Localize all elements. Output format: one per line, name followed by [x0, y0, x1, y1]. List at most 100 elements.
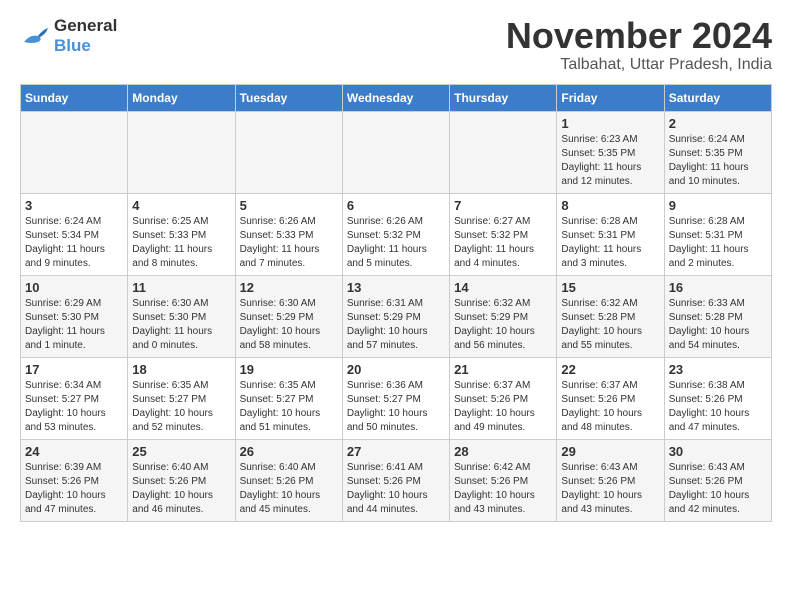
day-info: Sunrise: 6:28 AM Sunset: 5:31 PM Dayligh… — [669, 215, 767, 271]
day-info: Sunrise: 6:37 AM Sunset: 5:26 PM Dayligh… — [561, 379, 659, 435]
day-number: 15 — [561, 280, 659, 295]
day-number: 18 — [132, 362, 230, 377]
day-info: Sunrise: 6:35 AM Sunset: 5:27 PM Dayligh… — [132, 379, 230, 435]
calendar-cell: 25 Sunrise: 6:40 AM Sunset: 5:26 PM Dayli… — [128, 439, 235, 521]
day-number: 10 — [25, 280, 123, 295]
day-info: Sunrise: 6:24 AM Sunset: 5:35 PM Dayligh… — [669, 133, 767, 189]
day-info: Sunrise: 6:29 AM Sunset: 5:30 PM Dayligh… — [25, 297, 123, 353]
calendar-cell: 27 Sunrise: 6:41 AM Sunset: 5:26 PM Dayli… — [342, 439, 449, 521]
calendar-cell — [342, 111, 449, 193]
day-info: Sunrise: 6:36 AM Sunset: 5:27 PM Dayligh… — [347, 379, 445, 435]
day-number: 5 — [240, 198, 338, 213]
calendar-cell: 3 Sunrise: 6:24 AM Sunset: 5:34 PM Daylig… — [21, 193, 128, 275]
day-number: 25 — [132, 444, 230, 459]
calendar-cell: 8Sunrise: 6:28 AM Sunset: 5:31 PM Daylig… — [557, 193, 664, 275]
calendar-cell: 5Sunrise: 6:26 AM Sunset: 5:33 PM Daylig… — [235, 193, 342, 275]
day-info: Sunrise: 6:40 AM Sunset: 5:26 PM Dayligh… — [132, 461, 230, 517]
calendar-cell: 4 Sunrise: 6:25 AM Sunset: 5:33 PM Daylig… — [128, 193, 235, 275]
calendar-cell: 26Sunrise: 6:40 AM Sunset: 5:26 PM Dayli… — [235, 439, 342, 521]
calendar-cell: 30 Sunrise: 6:43 AM Sunset: 5:26 PM Dayli… — [664, 439, 771, 521]
logo: General Blue — [20, 16, 117, 57]
day-number: 17 — [25, 362, 123, 377]
day-info: Sunrise: 6:23 AM Sunset: 5:35 PM Dayligh… — [561, 133, 659, 189]
day-info: Sunrise: 6:27 AM Sunset: 5:32 PM Dayligh… — [454, 215, 552, 271]
day-number: 23 — [669, 362, 767, 377]
calendar-cell: 24 Sunrise: 6:39 AM Sunset: 5:26 PM Dayli… — [21, 439, 128, 521]
day-info: Sunrise: 6:35 AM Sunset: 5:27 PM Dayligh… — [240, 379, 338, 435]
weekday-header-cell: Wednesday — [342, 84, 449, 111]
calendar-cell — [450, 111, 557, 193]
day-number: 27 — [347, 444, 445, 459]
calendar-cell: 7 Sunrise: 6:27 AM Sunset: 5:32 PM Daylig… — [450, 193, 557, 275]
calendar-week-row: 24 Sunrise: 6:39 AM Sunset: 5:26 PM Dayli… — [21, 439, 772, 521]
logo-text: General Blue — [54, 16, 117, 57]
day-number: 16 — [669, 280, 767, 295]
day-number: 3 — [25, 198, 123, 213]
weekday-header-cell: Sunday — [21, 84, 128, 111]
calendar-cell: 1 Sunrise: 6:23 AM Sunset: 5:35 PM Daylig… — [557, 111, 664, 193]
day-info: Sunrise: 6:41 AM Sunset: 5:26 PM Dayligh… — [347, 461, 445, 517]
day-info: Sunrise: 6:42 AM Sunset: 5:26 PM Dayligh… — [454, 461, 552, 517]
day-number: 4 — [132, 198, 230, 213]
day-info: Sunrise: 6:34 AM Sunset: 5:27 PM Dayligh… — [25, 379, 123, 435]
calendar-cell: 18 Sunrise: 6:35 AM Sunset: 5:27 PM Dayli… — [128, 357, 235, 439]
calendar-week-row: 17 Sunrise: 6:34 AM Sunset: 5:27 PM Dayli… — [21, 357, 772, 439]
day-info: Sunrise: 6:38 AM Sunset: 5:26 PM Dayligh… — [669, 379, 767, 435]
day-info: Sunrise: 6:24 AM Sunset: 5:34 PM Dayligh… — [25, 215, 123, 271]
day-number: 2 — [669, 116, 767, 131]
day-number: 24 — [25, 444, 123, 459]
weekday-header-cell: Friday — [557, 84, 664, 111]
weekday-header-cell: Tuesday — [235, 84, 342, 111]
calendar-cell: 21Sunrise: 6:37 AM Sunset: 5:26 PM Dayli… — [450, 357, 557, 439]
day-number: 6 — [347, 198, 445, 213]
weekday-header-cell: Monday — [128, 84, 235, 111]
title-block: November 2024 Talbahat, Uttar Pradesh, I… — [506, 16, 772, 74]
day-info: Sunrise: 6:43 AM Sunset: 5:26 PM Dayligh… — [561, 461, 659, 517]
calendar-subtitle: Talbahat, Uttar Pradesh, India — [506, 56, 772, 74]
day-info: Sunrise: 6:33 AM Sunset: 5:28 PM Dayligh… — [669, 297, 767, 353]
weekday-header-cell: Saturday — [664, 84, 771, 111]
calendar-cell: 23 Sunrise: 6:38 AM Sunset: 5:26 PM Dayli… — [664, 357, 771, 439]
logo-icon — [20, 24, 50, 48]
day-number: 28 — [454, 444, 552, 459]
day-number: 14 — [454, 280, 552, 295]
page-header: General Blue November 2024 Talbahat, Utt… — [20, 16, 772, 74]
day-info: Sunrise: 6:30 AM Sunset: 5:30 PM Dayligh… — [132, 297, 230, 353]
day-number: 7 — [454, 198, 552, 213]
day-info: Sunrise: 6:32 AM Sunset: 5:28 PM Dayligh… — [561, 297, 659, 353]
calendar-cell — [21, 111, 128, 193]
day-number: 30 — [669, 444, 767, 459]
calendar-cell — [128, 111, 235, 193]
calendar-cell: 2 Sunrise: 6:24 AM Sunset: 5:35 PM Daylig… — [664, 111, 771, 193]
calendar-cell: 14 Sunrise: 6:32 AM Sunset: 5:29 PM Dayli… — [450, 275, 557, 357]
weekday-header-row: SundayMondayTuesdayWednesdayThursdayFrid… — [21, 84, 772, 111]
calendar-cell: 12 Sunrise: 6:30 AM Sunset: 5:29 PM Dayli… — [235, 275, 342, 357]
day-number: 11 — [132, 280, 230, 295]
day-info: Sunrise: 6:26 AM Sunset: 5:32 PM Dayligh… — [347, 215, 445, 271]
calendar-cell: 15 Sunrise: 6:32 AM Sunset: 5:28 PM Dayli… — [557, 275, 664, 357]
calendar-cell: 10 Sunrise: 6:29 AM Sunset: 5:30 PM Dayli… — [21, 275, 128, 357]
day-info: Sunrise: 6:43 AM Sunset: 5:26 PM Dayligh… — [669, 461, 767, 517]
weekday-header-cell: Thursday — [450, 84, 557, 111]
day-number: 9 — [669, 198, 767, 213]
day-info: Sunrise: 6:25 AM Sunset: 5:33 PM Dayligh… — [132, 215, 230, 271]
calendar-cell: 19Sunrise: 6:35 AM Sunset: 5:27 PM Dayli… — [235, 357, 342, 439]
calendar-cell: 16 Sunrise: 6:33 AM Sunset: 5:28 PM Dayli… — [664, 275, 771, 357]
day-number: 29 — [561, 444, 659, 459]
calendar-cell: 11 Sunrise: 6:30 AM Sunset: 5:30 PM Dayli… — [128, 275, 235, 357]
day-info: Sunrise: 6:30 AM Sunset: 5:29 PM Dayligh… — [240, 297, 338, 353]
day-number: 12 — [240, 280, 338, 295]
day-number: 1 — [561, 116, 659, 131]
calendar-week-row: 3 Sunrise: 6:24 AM Sunset: 5:34 PM Daylig… — [21, 193, 772, 275]
calendar-week-row: 1 Sunrise: 6:23 AM Sunset: 5:35 PM Daylig… — [21, 111, 772, 193]
day-info: Sunrise: 6:40 AM Sunset: 5:26 PM Dayligh… — [240, 461, 338, 517]
day-info: Sunrise: 6:32 AM Sunset: 5:29 PM Dayligh… — [454, 297, 552, 353]
calendar-title: November 2024 — [506, 16, 772, 56]
day-info: Sunrise: 6:39 AM Sunset: 5:26 PM Dayligh… — [25, 461, 123, 517]
calendar-cell: 6 Sunrise: 6:26 AM Sunset: 5:32 PM Daylig… — [342, 193, 449, 275]
calendar-cell: 17 Sunrise: 6:34 AM Sunset: 5:27 PM Dayli… — [21, 357, 128, 439]
day-info: Sunrise: 6:31 AM Sunset: 5:29 PM Dayligh… — [347, 297, 445, 353]
day-number: 13 — [347, 280, 445, 295]
day-number: 20 — [347, 362, 445, 377]
calendar-cell: 22Sunrise: 6:37 AM Sunset: 5:26 PM Dayli… — [557, 357, 664, 439]
